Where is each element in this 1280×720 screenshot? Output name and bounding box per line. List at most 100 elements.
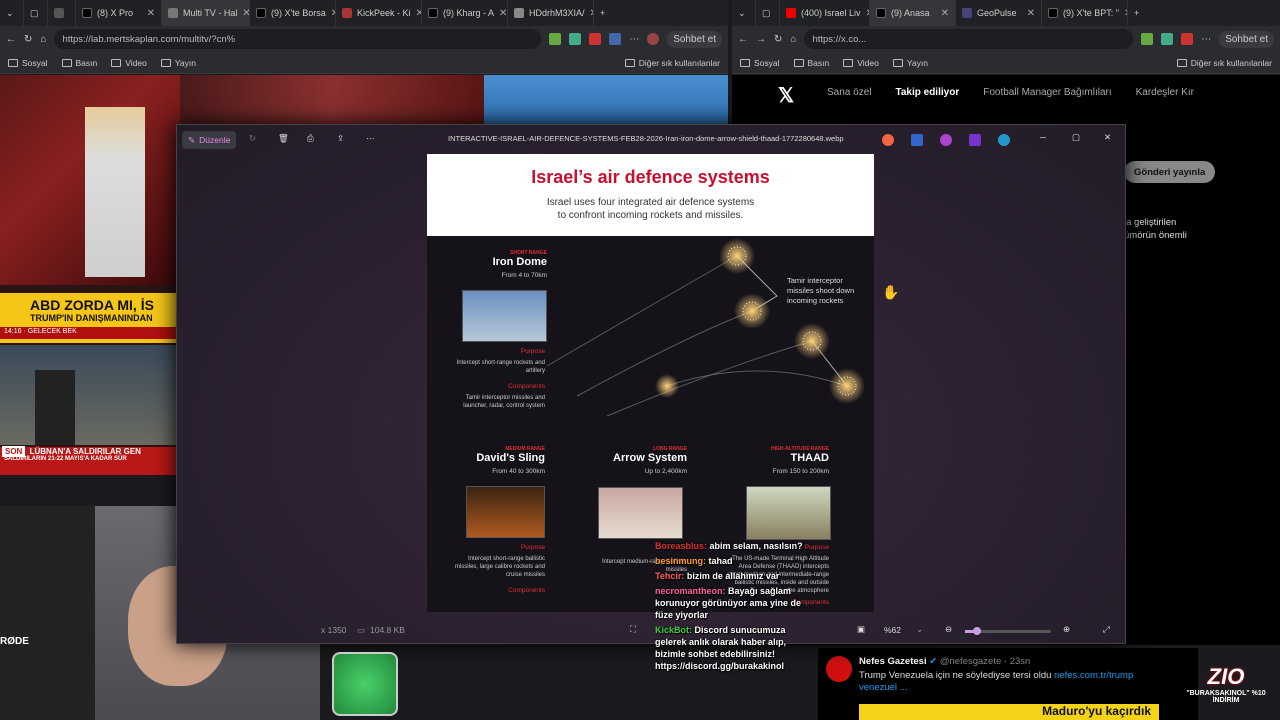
back-icon[interactable]: ←	[6, 34, 16, 45]
bookmark-sosyal[interactable]: Sosyal	[8, 58, 48, 68]
extension-icon[interactable]	[549, 33, 562, 45]
extension-icon[interactable]	[569, 33, 582, 45]
tab-israel-live[interactable]: (400) Israel Liv✕	[780, 0, 870, 26]
close-icon[interactable]: ✕	[499, 8, 507, 19]
bookmark-video[interactable]: Video	[843, 58, 879, 68]
close-icon[interactable]: ✕	[242, 8, 249, 19]
youtube-icon	[786, 8, 796, 18]
post-button[interactable]: Gönderi yayınla	[1124, 161, 1216, 183]
bookmark-yayin[interactable]: Yayın	[892, 58, 928, 68]
x-icon	[428, 8, 438, 18]
tab-kardesler[interactable]: Kardeşler Kır	[1136, 87, 1194, 98]
extension-icon[interactable]	[1141, 33, 1154, 45]
workspaces-icon: ▢	[762, 7, 771, 18]
bookmark-basin[interactable]: Basın	[61, 58, 97, 68]
forward-icon[interactable]: →	[756, 34, 766, 45]
tab-kharg[interactable]: (9) Kharg - A ✕	[422, 0, 508, 26]
back-icon[interactable]: ←	[738, 34, 748, 45]
extension-icon[interactable]	[1161, 33, 1174, 45]
share-icon[interactable]: ⇪	[337, 133, 344, 144]
avatar[interactable]	[647, 33, 660, 45]
tab-kickpeek[interactable]: KickPeek - Ki✕	[336, 0, 422, 26]
new-tab-button[interactable]: +	[1128, 0, 1145, 26]
right-bookmarks-bar: Sosyal Basın Video Yayın Diğer sık kulla…	[732, 52, 1280, 74]
chat-button[interactable]: Sohbet et	[667, 30, 722, 48]
edit-button[interactable]: ✎ Düzenle	[182, 131, 237, 149]
reload-icon[interactable]: ↻	[774, 34, 782, 45]
extension-icon[interactable]	[1181, 33, 1194, 45]
more-icon[interactable]: ⋯	[629, 34, 639, 45]
print-icon[interactable]: ⎙	[307, 133, 314, 144]
right-tab-bar: ⌄ ▢ (400) Israel Liv✕ (9) Anasa✕ GeoPuls…	[732, 0, 1280, 26]
tab-menu-button[interactable]: ⌄	[0, 0, 24, 26]
tweet-author[interactable]: Nefes Gazetesi	[859, 656, 927, 667]
infographic-header: Israel’s air defence systems Israel uses…	[427, 154, 874, 236]
tab-icon-only[interactable]	[48, 0, 76, 26]
app-icon[interactable]	[969, 134, 981, 146]
bookmark-sosyal[interactable]: Sosyal	[740, 58, 780, 68]
nefes-tweet[interactable]: Nefes Gazetesi ✔ @nefesgazete · 23sn Tru…	[818, 648, 1198, 720]
tab-for-you[interactable]: Sana özel	[827, 87, 871, 98]
chat-button[interactable]: Sohbet et	[1219, 30, 1274, 48]
tab-multi-tv[interactable]: Multi TV - Hal ✕	[162, 0, 250, 26]
tab-x-bpt[interactable]: (9) X'te BPT: "✕	[1042, 0, 1128, 26]
bookmark-video[interactable]: Video	[111, 58, 147, 68]
workspaces-button[interactable]: ▢	[756, 0, 780, 26]
onedrive-icon[interactable]	[998, 134, 1010, 146]
tab-following[interactable]: Takip ediliyor	[895, 87, 959, 98]
designer-icon[interactable]	[911, 134, 923, 146]
bookmark-basin[interactable]: Basın	[793, 58, 829, 68]
expand-icon[interactable]: ⤢	[1103, 624, 1110, 635]
avatar	[826, 656, 852, 682]
extension-icon[interactable]	[609, 33, 622, 45]
close-icon[interactable]: ✕	[147, 8, 155, 19]
more-icon[interactable]: ⋯	[366, 133, 375, 144]
tab-x-home[interactable]: (9) Anasa ✕	[870, 0, 956, 26]
home-icon[interactable]: ⌂	[790, 34, 796, 45]
clipchamp-icon[interactable]	[940, 134, 952, 146]
copilot-icon[interactable]	[882, 134, 894, 146]
url-field[interactable]: https://lab.mertskaplan.com/multitv/?cn%	[54, 29, 542, 49]
reporter-figure	[35, 370, 75, 445]
zoom-slider-thumb[interactable]	[973, 627, 981, 635]
close-icon[interactable]: ✕	[941, 8, 949, 19]
home-icon[interactable]: ⌂	[40, 34, 46, 45]
chevron-down-icon[interactable]: ⌄	[916, 624, 923, 635]
workspaces-button[interactable]: ▢	[24, 0, 48, 26]
fit-icon[interactable]: ⛶	[630, 624, 636, 635]
tab-x-borsa[interactable]: (9) X'te Borsa✕	[250, 0, 336, 26]
zoom-in-icon[interactable]: ⊕	[1063, 624, 1070, 635]
bookmark-yayin[interactable]: Yayın	[160, 58, 196, 68]
tv-headline-2: TRUMP'IN DANIŞMANINDAN	[30, 313, 153, 323]
minimize-icon[interactable]: ─	[1040, 132, 1046, 142]
close-icon[interactable]: ✕	[1104, 132, 1111, 143]
tab-fm-community[interactable]: Football Manager Bağımlıları	[983, 87, 1111, 98]
x-icon	[1048, 8, 1058, 18]
tab-menu-button[interactable]: ⌄	[732, 0, 756, 26]
infographic-image: Israel’s air defence systems Israel uses…	[427, 154, 874, 612]
delete-icon[interactable]: 🗑	[278, 133, 289, 144]
zoom-level[interactable]: %62	[884, 625, 901, 635]
davids-sling-details: Purpose Intercept short-range ballistic …	[454, 544, 545, 594]
extension-icon[interactable]	[589, 33, 602, 45]
new-tab-button[interactable]: +	[594, 0, 611, 26]
url-field[interactable]: https://x.co...	[804, 29, 1134, 49]
rotate-icon[interactable]: ↻	[249, 133, 256, 144]
more-icon[interactable]: ⋯	[1201, 34, 1211, 45]
tab-geopulse[interactable]: GeoPulse ✕	[956, 0, 1042, 26]
tweet-text: Trump Venezuela için ne söylediyse tersi…	[859, 670, 1134, 693]
close-icon[interactable]: ✕	[1027, 8, 1035, 19]
fullscreen-fit-icon[interactable]: ▣	[857, 624, 865, 635]
promo-text: "BURAKSAKINOL" %10 İNDİRİM	[1186, 690, 1266, 704]
tab-x-pro[interactable]: (8) X Pro ✕	[76, 0, 162, 26]
reload-icon[interactable]: ↻	[24, 34, 32, 45]
other-bookmarks[interactable]: Diğer sık kullanılanlar	[624, 58, 720, 68]
plus-icon: +	[600, 8, 606, 18]
zoom-slider[interactable]	[965, 627, 1051, 635]
zoom-out-icon[interactable]: ⊖	[945, 624, 952, 635]
hand-cursor-icon: ✋	[882, 284, 900, 300]
x-logo[interactable]: 𝕏	[778, 83, 794, 108]
tab-image[interactable]: HDdrhM3XIA/✕	[508, 0, 594, 26]
other-bookmarks[interactable]: Diğer sık kullanılanlar	[1176, 58, 1272, 68]
maximize-icon[interactable]: ▢	[1072, 132, 1080, 143]
